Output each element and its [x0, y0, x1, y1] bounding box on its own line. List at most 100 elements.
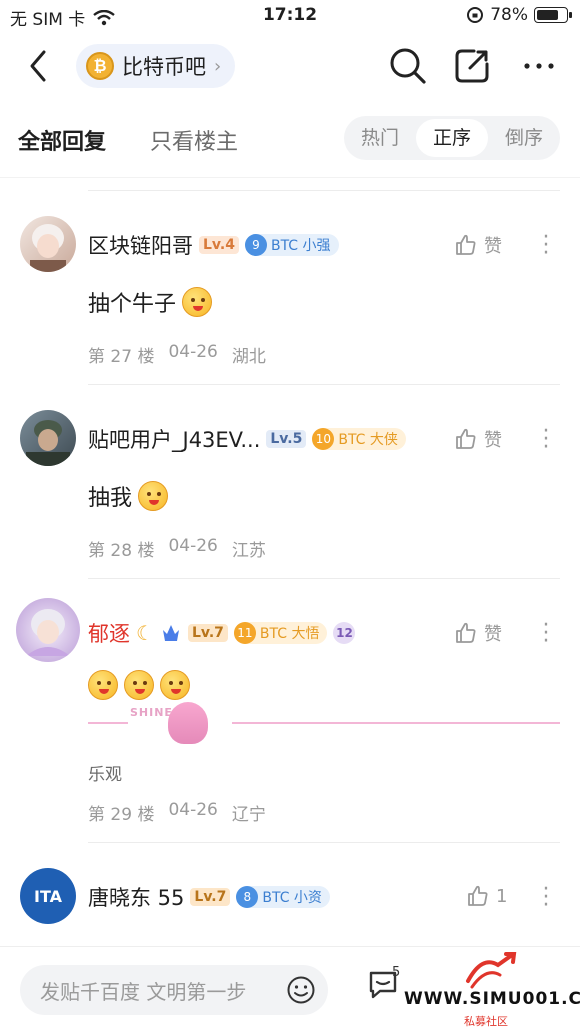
divider [88, 842, 560, 843]
more-vertical-icon[interactable]: · · · [536, 227, 556, 265]
signature-line [232, 722, 560, 724]
avatar[interactable] [20, 216, 76, 272]
thumbs-up-icon [456, 428, 476, 449]
user-info: 贴吧用户_J43EV... Lv.5 10 BTC 大侠 [88, 424, 406, 454]
watermark: WWW.SIMU001.CN 私募社区 [402, 947, 580, 1032]
thumbs-up-icon [456, 234, 476, 255]
reply-content [88, 670, 190, 700]
honor-level: 11 [233, 622, 256, 644]
yummy-emoji-icon [138, 481, 169, 511]
floor-number: 第 28 楼 [88, 541, 155, 561]
orientation-lock-icon [467, 7, 484, 23]
tab-all-replies[interactable]: 全部回复 [18, 124, 106, 156]
forum-name: 比特币吧 [122, 55, 206, 79]
level-badge: Lv.4 [199, 236, 239, 254]
achievement-badge: 12 [333, 622, 356, 644]
watermark-text: WWW.SIMU001.CN [404, 989, 580, 1009]
hug-emoji-icon [88, 670, 118, 700]
honor-badge: 11 BTC 大悟 [233, 622, 328, 644]
floor-number: 第 29 楼 [88, 805, 155, 825]
reply-text: 抽个牛子 [88, 292, 177, 317]
more-vertical-icon[interactable]: · · · [536, 421, 556, 459]
username[interactable]: 唐晓东 55 [88, 882, 184, 912]
user-info: 唐晓东 55 Lv.7 8 BTC 小资 [88, 882, 330, 912]
reply-date: 04-26 [168, 800, 218, 820]
level-badge: Lv.7 [190, 888, 231, 906]
more-vertical-icon[interactable]: · · · [536, 879, 556, 917]
user-info: 郁逐 ☾ Lv.7 11 BTC 大悟 12 [88, 618, 356, 648]
honor-title: BTC 小资 [262, 890, 322, 906]
reply-location: 辽宁 [231, 805, 266, 825]
sort-toggle: 热门 正序 倒序 [344, 116, 560, 160]
sort-descending[interactable]: 倒序 [488, 119, 560, 157]
reply-input[interactable]: 发贴千百度 文明第一步 [20, 965, 328, 1015]
watermark-subtext: 私募社区 [464, 1015, 508, 1028]
divider [88, 190, 560, 191]
like-button[interactable]: 赞 [454, 620, 502, 646]
honor-title: BTC 小强 [270, 238, 331, 254]
thumbs-up-icon [456, 622, 476, 643]
tab-owner-only[interactable]: 只看楼主 [150, 124, 238, 156]
reply-content: 抽个牛子 [88, 286, 213, 318]
comment-count: 5 [392, 965, 401, 980]
like-button[interactable]: 1 [466, 884, 507, 908]
search-icon[interactable] [388, 46, 428, 86]
reply-filter-bar: 全部回复 只看楼主 热门 正序 倒序 [0, 98, 580, 178]
floor-number: 第 27 楼 [88, 347, 155, 367]
sort-hot[interactable]: 热门 [344, 119, 416, 157]
reply-content: 抽我 [88, 480, 169, 512]
forum-link[interactable]: ₿ 比特币吧 › [76, 44, 236, 88]
chevron-right-icon: › [214, 55, 222, 77]
level-badge: Lv.5 [266, 430, 307, 448]
sort-ascending[interactable]: 正序 [416, 119, 488, 157]
level-badge: Lv.7 [187, 624, 228, 642]
thumbs-up-icon [468, 885, 488, 906]
user-info: 区块链阳哥 Lv.4 9 BTC 小强 [88, 230, 339, 260]
more-vertical-icon[interactable]: · · · [536, 615, 556, 653]
reply-date: 04-26 [168, 342, 218, 362]
signature-line [88, 722, 128, 724]
avatar[interactable] [16, 598, 80, 662]
battery-percent: 78% [490, 5, 528, 25]
crown-gem-icon [162, 625, 179, 641]
status-right: 78% [466, 5, 572, 25]
reply-meta: 第 27 楼 04-26 湖北 [88, 342, 266, 367]
username[interactable]: 郁逐 [88, 618, 130, 648]
honor-title: BTC 大悟 [259, 626, 320, 642]
honor-badge: 9 BTC 小强 [244, 234, 339, 256]
like-button[interactable]: 赞 [454, 232, 502, 258]
like-count: 1 [496, 885, 508, 907]
status-bar: 无 SIM 卡 17:12 78% [0, 0, 580, 34]
hug-emoji-icon [124, 670, 154, 700]
reply-composer-bar: 发贴千百度 文明第一步 5 WWW.SIMU001.CN 私募社区 [0, 946, 580, 1032]
avatar-image [30, 224, 66, 272]
avatar[interactable]: ITA [20, 868, 76, 924]
signature-banner: SHINE ME [88, 702, 560, 744]
reply-text: 抽我 [88, 486, 133, 511]
divider [88, 578, 560, 579]
moon-icon: ☾ [136, 621, 154, 645]
user-mood: 乐观 [88, 765, 122, 785]
reply-meta: 第 29 楼 04-26 辽宁 [88, 800, 266, 825]
username[interactable]: 贴吧用户_J43EV... [88, 424, 260, 454]
like-label: 赞 [484, 236, 502, 257]
bitcoin-coin-icon: ₿ [86, 52, 114, 80]
avatar[interactable] [20, 410, 76, 466]
like-label: 赞 [484, 624, 502, 645]
share-icon[interactable] [452, 46, 492, 86]
honor-level: 10 [312, 428, 335, 450]
more-options-icon[interactable] [520, 46, 560, 86]
username[interactable]: 区块链阳哥 [88, 230, 193, 260]
watermark-logo-icon [466, 952, 517, 989]
reply-date: 04-26 [168, 536, 218, 556]
honor-level: 8 [236, 886, 259, 908]
honor-badge: 8 BTC 小资 [236, 886, 330, 908]
back-arrow-icon[interactable] [24, 48, 54, 84]
honor-title: BTC 大侠 [338, 432, 398, 448]
like-button[interactable]: 赞 [454, 426, 502, 452]
reply-input-placeholder: 发贴千百度 文明第一步 [40, 979, 247, 1004]
emoji-picker-icon[interactable] [286, 975, 316, 1005]
divider [88, 384, 560, 385]
reply-location: 湖北 [231, 347, 266, 367]
hug-emoji-icon [160, 670, 190, 700]
